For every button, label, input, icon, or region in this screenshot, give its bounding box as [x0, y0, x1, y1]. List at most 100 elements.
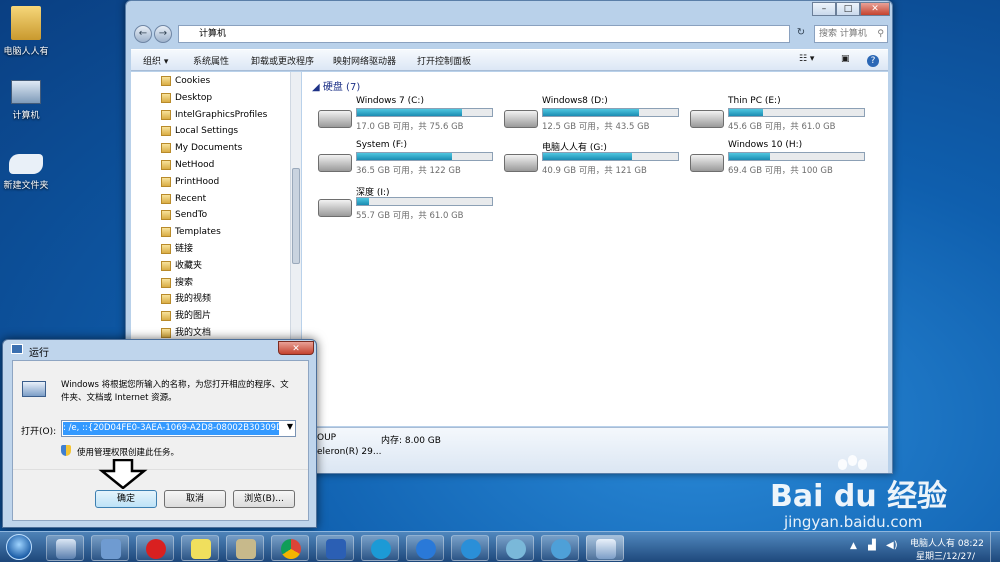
taskbar-explorer[interactable] [46, 535, 84, 561]
taskbar-chess[interactable] [136, 535, 174, 561]
internet-explorer-icon [461, 539, 481, 559]
volume-icon[interactable]: ◀) [886, 540, 898, 551]
toolbar-uninstall[interactable]: 卸载或更改程序 [251, 54, 314, 67]
folder-icon [161, 311, 171, 322]
show-desktop-button[interactable] [990, 532, 1000, 562]
drive-name: Windows 10 (H:) [728, 140, 803, 150]
desktop-icon-user[interactable]: 电脑人人有 [0, 6, 56, 57]
drive-space-info: 69.4 GB 可用，共 100 GB [728, 166, 833, 176]
toolbar-system-properties[interactable]: 系统属性 [193, 54, 229, 67]
drive-item[interactable]: Windows 7 (C:) 17.0 GB 可用，共 75.6 GB [318, 96, 498, 136]
sticky-notes-icon [191, 539, 211, 559]
toolbar-control-panel[interactable]: 打开控制面板 [417, 54, 471, 67]
taskbar-sogou[interactable] [406, 535, 444, 561]
taskbar-run[interactable] [586, 535, 624, 561]
media-icon [551, 539, 571, 559]
taskbar-control-panel[interactable] [91, 535, 129, 561]
hard-drive-icon [318, 199, 352, 217]
browse-button[interactable]: 浏览(B)... [233, 490, 295, 508]
shield-icon [61, 445, 71, 456]
drive-usage-bar [542, 108, 679, 117]
drive-usage-fill [357, 153, 452, 160]
command-combobox[interactable]: : /e, ::{20D04FE0-3AEA-1069-A2D8-08002B3… [61, 420, 296, 437]
folder-icon [161, 92, 171, 103]
view-options-icon[interactable]: ☷ ▾ [799, 54, 814, 64]
toolbar-map-drive[interactable]: 映射网络驱动器 [333, 54, 396, 67]
drive-name: System (F:) [356, 140, 407, 150]
drive-name: Thin PC (E:) [728, 96, 781, 106]
clock-user[interactable]: 电脑人人有 08:22 [910, 536, 984, 549]
cancel-button[interactable]: 取消 [164, 490, 226, 508]
user-folder-icon [11, 6, 41, 40]
desktop-icon-label: 新建文件夹 [3, 181, 49, 191]
ok-button[interactable]: 确定 [95, 490, 157, 508]
taskbar-word[interactable] [316, 535, 354, 561]
nav-item-label: Recent [175, 193, 207, 204]
desktop-icon-newfolder[interactable]: 新建文件夹 [0, 154, 56, 191]
folder-icon [161, 244, 171, 254]
folder-icon [161, 143, 171, 154]
close-button[interactable]: ✕ [860, 2, 890, 16]
search-input[interactable]: 搜索 计算机 ⚲ [814, 25, 888, 43]
run-close-button[interactable]: ✕ [278, 341, 314, 355]
hard-drive-icon [690, 154, 724, 172]
drive-item[interactable]: Thin PC (E:) 45.6 GB 可用，共 61.0 GB [690, 96, 870, 136]
taskbar-notes[interactable] [181, 535, 219, 561]
back-button[interactable]: ← [134, 25, 152, 43]
drive-item[interactable]: 深度 (I:) 55.7 GB 可用，共 61.0 GB [318, 185, 498, 225]
drive-item[interactable]: 电脑人人有 (G:) 40.9 GB 可用，共 121 GB [504, 140, 684, 180]
network-icon[interactable]: ▟ [868, 540, 876, 551]
app-icon [506, 539, 526, 559]
minimize-button[interactable]: – [812, 2, 836, 16]
drive-item[interactable]: Windows 10 (H:) 69.4 GB 可用，共 100 GB [690, 140, 870, 180]
drive-space-info: 17.0 GB 可用，共 75.6 GB [356, 122, 464, 132]
taskbar-chrome[interactable] [271, 535, 309, 561]
scrollbar-thumb[interactable] [292, 168, 300, 264]
folder-icon [161, 76, 171, 86]
nav-item-label: 我的文档 [175, 328, 212, 338]
start-button[interactable] [6, 534, 32, 560]
run-description: Windows 将根据您所输入的名称，为您打开相应的程序、文件夹、文档或 Int… [61, 380, 289, 403]
group-header[interactable]: ◢ 硬盘 (7) [312, 78, 360, 93]
drive-space-info: 12.5 GB 可用，共 43.5 GB [542, 122, 650, 132]
refresh-button[interactable]: ↻ [792, 25, 810, 43]
drive-usage-bar [728, 108, 865, 117]
tiger-folder-icon [9, 154, 43, 174]
content-pane: ◢ 硬盘 (7) Windows 7 (C:) 17.0 GB 可用，共 75.6… [302, 72, 888, 426]
cpu-text: eleron(R) 29... [317, 447, 382, 457]
drive-usage-bar [356, 152, 493, 161]
preview-pane-icon[interactable]: ▣ [841, 54, 850, 64]
drive-space-info: 55.7 GB 可用，共 61.0 GB [356, 211, 464, 221]
drive-usage-bar [356, 108, 493, 117]
desktop-icon-label: 电脑人人有 [3, 47, 49, 57]
taskbar-media[interactable] [541, 535, 579, 561]
folder-icon [161, 193, 171, 204]
run-dialog-title: 运行 [29, 348, 49, 359]
command-input[interactable]: : /e, ::{20D04FE0-3AEA-1069-A2D8-08002B3… [63, 422, 279, 435]
clock-date[interactable]: 星期三/12/27/ [916, 549, 975, 562]
drive-usage-bar [542, 152, 679, 161]
drive-item[interactable]: Windows8 (D:) 12.5 GB 可用，共 43.5 GB [504, 96, 684, 136]
desktop-icon-computer[interactable]: 计算机 [0, 80, 56, 121]
nav-item-label: 我的视频 [175, 294, 212, 305]
maximize-button[interactable]: □ [836, 2, 860, 16]
chevron-down-icon[interactable]: ▼ [287, 422, 293, 431]
nav-item-label: Cookies [175, 76, 211, 86]
help-icon[interactable]: ? [867, 55, 879, 67]
drive-usage-fill [543, 153, 633, 160]
taskbar-ie[interactable] [451, 535, 489, 561]
taskbar: ▲ ▟ ◀) 电脑人人有 08:22 星期三/12/27/ [0, 531, 1000, 562]
toolbar-organize[interactable]: 组织 ▾ [143, 54, 168, 67]
drive-space-info: 45.6 GB 可用，共 61.0 GB [728, 122, 836, 132]
baidu-url: jingyan.baidu.com [784, 513, 923, 531]
taskbar-paint[interactable] [226, 535, 264, 561]
taskbar-app[interactable] [496, 535, 534, 561]
address-bar[interactable]: 计算机 [178, 25, 790, 43]
forward-button[interactable]: → [154, 25, 172, 43]
nav-item-label: My Documents [175, 143, 243, 154]
drive-item[interactable]: System (F:) 36.5 GB 可用，共 122 GB [318, 140, 498, 180]
drive-usage-bar [728, 152, 865, 161]
taskbar-ie-edge[interactable] [361, 535, 399, 561]
tray-expand-icon[interactable]: ▲ [850, 541, 857, 551]
folder-icon [161, 160, 171, 170]
